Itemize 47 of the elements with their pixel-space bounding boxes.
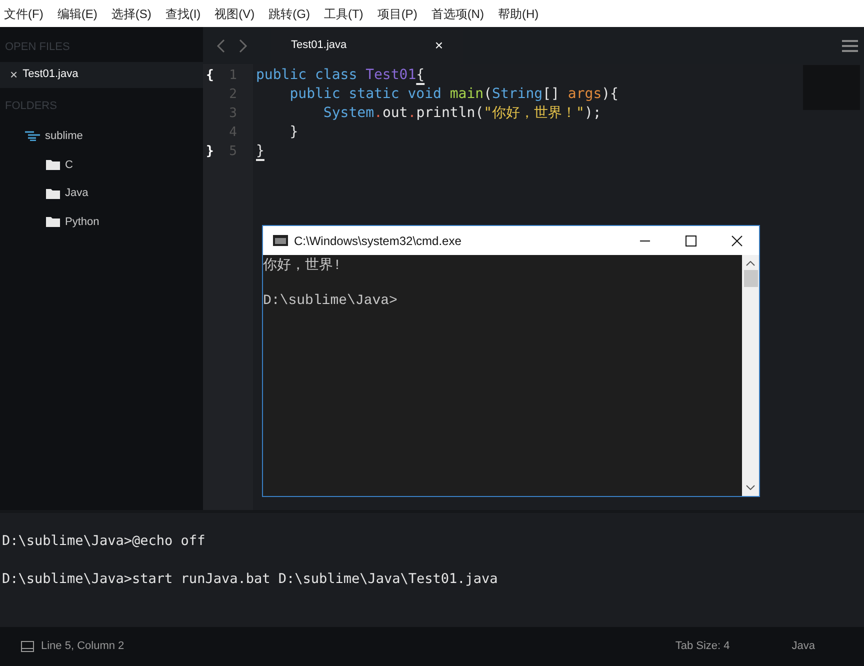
close-icon[interactable]: × <box>10 64 18 84</box>
code-line: } <box>288 123 300 142</box>
folder-item[interactable]: sublime <box>25 128 83 144</box>
back-icon[interactable] <box>216 38 226 52</box>
fold-marker[interactable]: { <box>206 68 214 83</box>
forward-icon[interactable] <box>238 38 248 52</box>
syntax-name[interactable]: Java <box>792 638 815 655</box>
folder-tree-icon <box>25 131 41 142</box>
folder-icon <box>46 188 60 199</box>
folder-item[interactable]: Python <box>46 214 100 230</box>
console-line: 你好，世界! <box>263 256 342 276</box>
cursor-position: Line 5, Column 2 <box>41 639 124 654</box>
code-line: public static void main(String[] args){ <box>288 85 620 104</box>
menu-icon[interactable] <box>842 40 858 52</box>
output-line: D:\sublime\Java>@echo off <box>2 532 206 551</box>
code-line: System.out.println("你好，世界！"); <box>322 104 602 123</box>
folder-item[interactable]: C <box>46 156 73 173</box>
menu-item[interactable]: 查找(I) <box>165 4 201 22</box>
scroll-up-icon[interactable] <box>746 261 755 266</box>
panel-icon[interactable] <box>21 641 34 652</box>
folder-icon <box>46 216 60 228</box>
fold-marker[interactable]: } <box>206 144 214 159</box>
open-file-item[interactable]: × Test01.java <box>0 62 203 88</box>
tab-size[interactable]: Tab Size: 4 <box>675 638 730 655</box>
scroll-thumb[interactable] <box>744 270 758 287</box>
window-title: C:\Windows\system32\cmd.exe <box>294 232 462 250</box>
menu-item[interactable]: 跳转(G) <box>268 4 310 22</box>
menu-item[interactable]: 视图(V) <box>214 4 255 22</box>
console-line: D:\sublime\Java> <box>263 292 398 311</box>
output-line: D:\sublime\Java>start runJava.bat D:\sublime\Java\Test01.java <box>2 570 499 590</box>
folder-item[interactable]: Java <box>46 185 88 202</box>
close-icon[interactable] <box>731 234 743 246</box>
menu-item[interactable]: 工具(T) <box>324 4 364 22</box>
close-icon[interactable]: × <box>434 35 443 56</box>
menu-item[interactable]: 选择(S) <box>111 4 152 22</box>
cmd-icon <box>273 235 288 246</box>
folder-icon <box>46 159 60 170</box>
scrollbar[interactable] <box>742 255 759 496</box>
menu-item[interactable]: 帮助(H) <box>498 4 539 22</box>
maximize-icon[interactable] <box>685 234 697 246</box>
menu-item[interactable]: 文件(F) <box>4 4 44 22</box>
code-line: } <box>256 142 266 161</box>
code-line: public class Test01{ <box>256 66 426 85</box>
scroll-down-icon[interactable] <box>746 485 755 490</box>
menu-item[interactable]: 编辑(E) <box>57 4 98 22</box>
menu-item[interactable]: 项目(P) <box>377 4 418 22</box>
menu-item[interactable]: 首选项(N) <box>431 4 484 22</box>
